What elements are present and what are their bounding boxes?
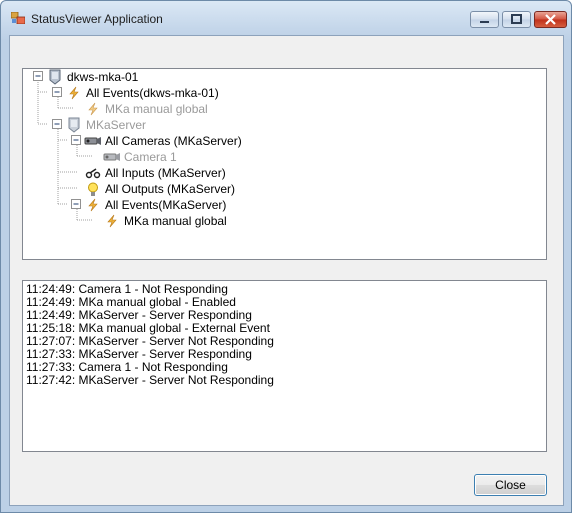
camera-icon — [84, 133, 102, 149]
lightning-icon — [103, 213, 121, 229]
minimize-button[interactable] — [470, 11, 499, 28]
window-title: StatusViewer Application — [31, 12, 163, 26]
tree-node-dkws-mka-01[interactable]: dkws-mka-01 — [46, 69, 138, 85]
tree-node-camera-1[interactable]: Camera 1 — [103, 149, 177, 165]
log-line: 11:27:42: MKaServer - Server Not Respond… — [26, 373, 274, 387]
window-close-button[interactable] — [534, 11, 567, 28]
maximize-button[interactable] — [502, 11, 531, 28]
minimize-icon — [480, 21, 489, 23]
tree-node-all-outputs[interactable]: All Outputs (MKaServer) — [84, 181, 235, 197]
tree-node-mka-manual-global-2[interactable]: MKa manual global — [103, 213, 227, 229]
tree-node-all-events-mkaserver[interactable]: All Events(MKaServer) — [84, 197, 226, 213]
tree-node-all-cameras[interactable]: All Cameras (MKaServer) — [84, 133, 242, 149]
lightning-icon — [65, 85, 83, 101]
lightning-icon — [84, 101, 102, 117]
close-button[interactable]: Close — [474, 474, 547, 496]
lightning-icon — [84, 197, 102, 213]
input-icon — [84, 165, 102, 181]
tree-node-mkaserver[interactable]: MKaServer — [65, 117, 146, 133]
close-icon — [545, 14, 556, 25]
app-icon — [11, 12, 25, 24]
camera-icon — [103, 149, 121, 165]
maximize-icon — [511, 14, 522, 24]
client-area: dkws-mka-01 All Events(dkws-mka-01) MKa … — [9, 35, 564, 506]
tree-node-all-events-dkws[interactable]: All Events(dkws-mka-01) — [65, 85, 219, 101]
app-window: StatusViewer Application dkws-mka-01 All… — [0, 0, 572, 513]
tree-node-all-inputs[interactable]: All Inputs (MKaServer) — [84, 165, 226, 181]
device-tree[interactable]: dkws-mka-01 All Events(dkws-mka-01) MKa … — [22, 68, 547, 260]
server-icon — [46, 69, 64, 85]
title-bar[interactable]: StatusViewer Application — [1, 1, 571, 35]
server-icon — [65, 117, 83, 133]
event-log[interactable]: 11:24:49: Camera 1 - Not Responding 11:2… — [22, 280, 547, 452]
lightbulb-icon — [84, 181, 102, 197]
tree-node-mka-manual-global-1[interactable]: MKa manual global — [84, 101, 208, 117]
